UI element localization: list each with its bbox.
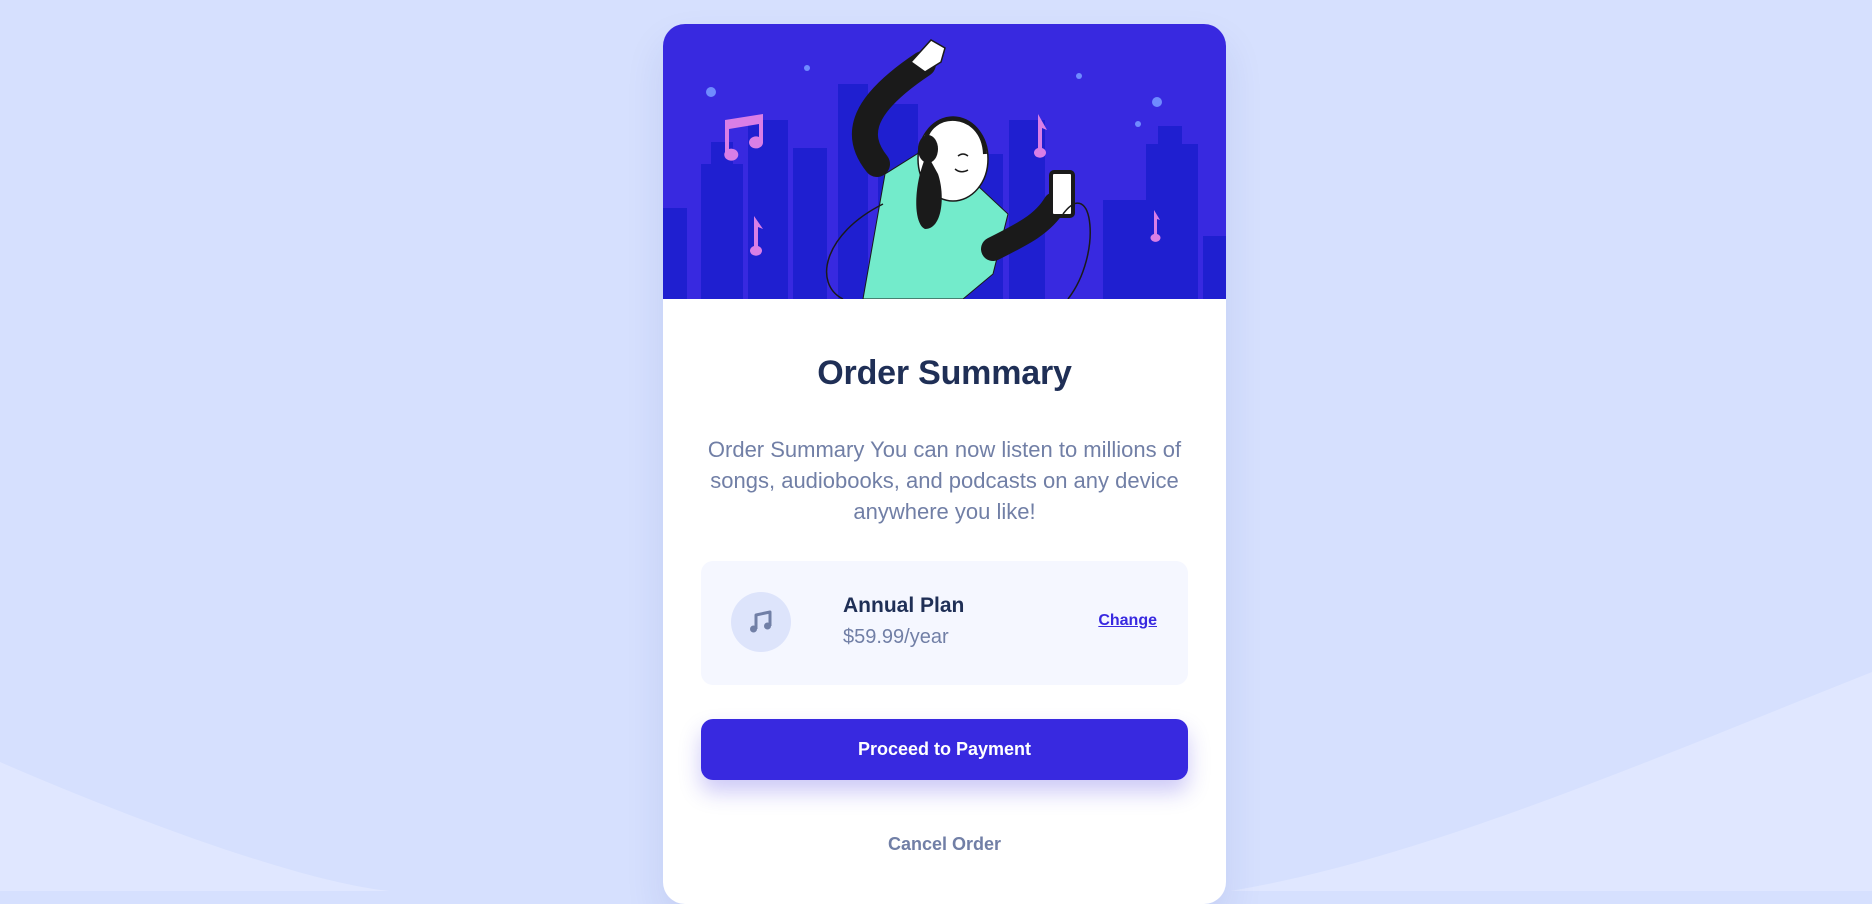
change-plan-link[interactable]: Change: [1098, 612, 1157, 630]
order-summary-card: Order Summary Order Summary You can now …: [663, 24, 1226, 904]
cancel-order-button[interactable]: Cancel Order: [701, 830, 1188, 858]
page-title: Order Summary: [817, 354, 1072, 392]
plan-name: Annual Plan: [843, 594, 965, 617]
plan-summary: Annual Plan $59.99/year Change: [701, 561, 1188, 685]
order-description: Order Summary You can now listen to mill…: [707, 437, 1182, 524]
plan-price: $59.99/year: [843, 626, 949, 648]
proceed-to-payment-button[interactable]: Proceed to Payment: [701, 719, 1188, 780]
hero-illustration: [663, 24, 1226, 299]
music-note-icon: [731, 592, 791, 652]
